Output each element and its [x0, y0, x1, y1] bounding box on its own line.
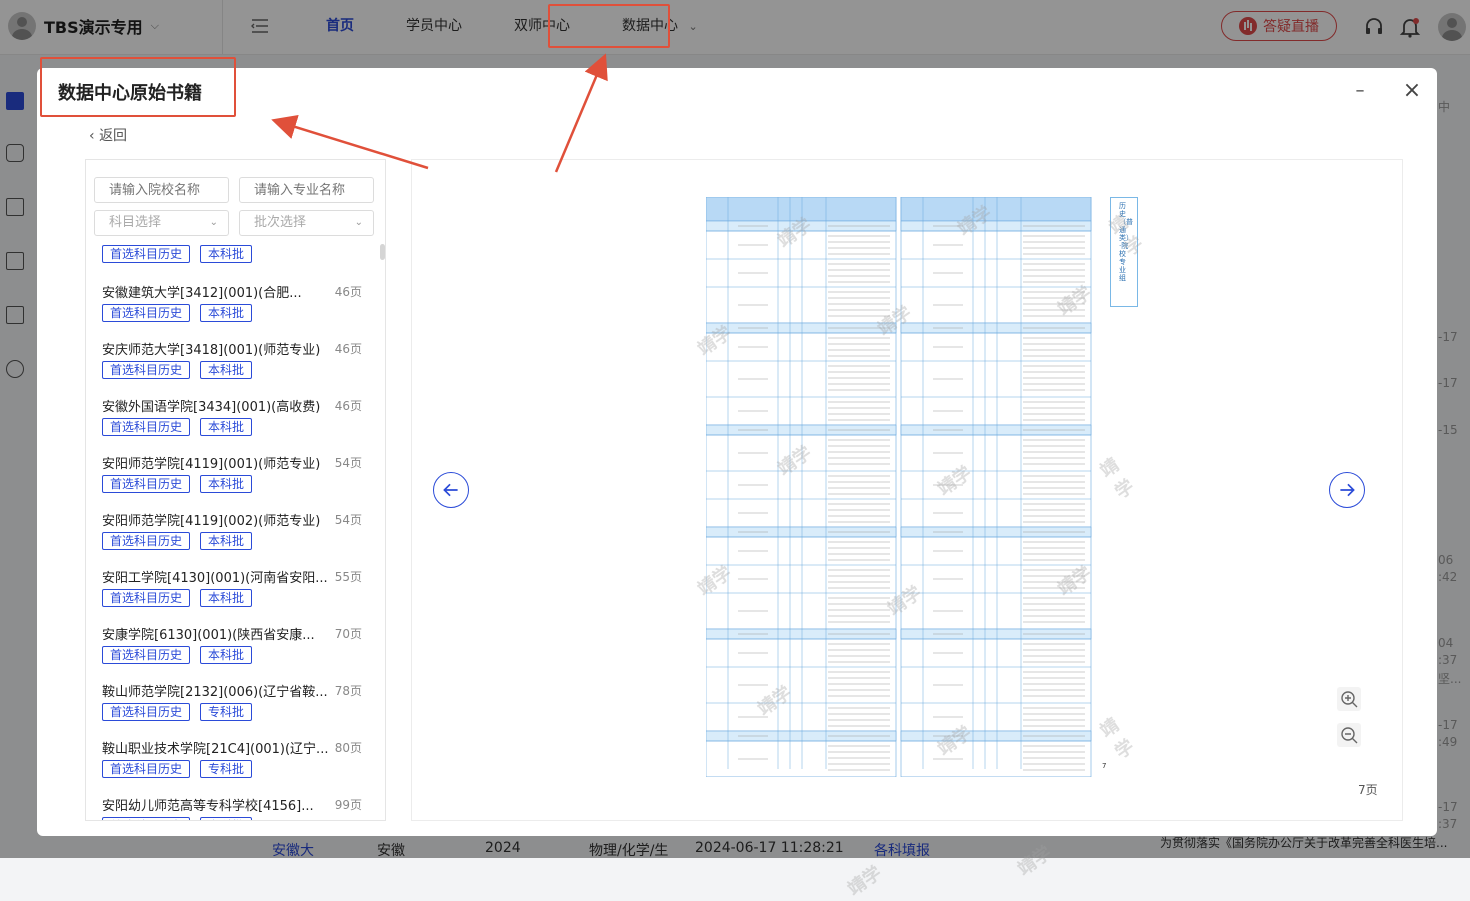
book-name: 安阳工学院[4130](001)(河南省安阳... [102, 571, 328, 586]
tag-batch: 本科批 [200, 361, 253, 379]
book-name: 安阳幼儿师范高等专科学校[4156]... [102, 799, 314, 814]
watermark-text: 靖学 [844, 862, 886, 901]
annotation-box-title [40, 57, 236, 117]
back-button[interactable]: ‹ 返回 [89, 125, 127, 145]
batch-select[interactable]: 批次选择 ⌄ [239, 210, 374, 236]
book-name: 安康学院[6130](001)(陕西省安康... [102, 628, 315, 643]
book-list-item[interactable]: 安阳师范学院[4119](001)(师范专业) 54页首选科目历史 本科批 [102, 443, 368, 500]
book-pages: 99页 [334, 798, 362, 812]
batch-select-label: 批次选择 [254, 215, 307, 230]
tag-subject: 首选科目历史 [102, 418, 191, 436]
book-pages: 80页 [334, 741, 362, 755]
book-pages: 54页 [334, 456, 362, 470]
tag-subject: 首选科目历史 [102, 760, 191, 778]
list-scrollbar[interactable] [380, 244, 385, 260]
zoom-out-icon[interactable] [1337, 723, 1361, 747]
book-list-item[interactable]: 安康学院[6130](001)(陕西省安康... 70页首选科目历史 本科批 [102, 614, 368, 671]
tag-batch: 专科批 [200, 760, 253, 778]
book-pages: 55页 [334, 570, 362, 584]
book-name: 安阳师范学院[4119](001)(师范专业) [102, 457, 321, 472]
tag-batch: 本科批 [200, 589, 253, 607]
subject-select-label: 科目选择 [109, 215, 162, 230]
book-pages: 46页 [334, 342, 362, 356]
book-pages: 46页 [334, 285, 362, 299]
book-list-item[interactable]: 安徽外国语学院[3434](001)(高收费) 46页首选科目历史 本科批 [102, 386, 368, 443]
book-list-item[interactable]: 安徽建筑大学[3412](001)(合肥... 46页首选科目历史 本科批 [102, 272, 368, 329]
book-pages: 46页 [334, 399, 362, 413]
book-name: 安徽外国语学院[3434](001)(高收费) [102, 400, 321, 415]
tag-batch: 本科批 [200, 245, 253, 263]
book-name: 鞍山师范学院[2132](006)(辽宁省鞍... [102, 685, 328, 700]
page-count: 7页 [1358, 783, 1378, 797]
chevron-left-icon: ‹ [89, 128, 95, 144]
tag-subject: 首选科目历史 [102, 304, 191, 322]
book-pages: 54页 [334, 513, 362, 527]
book-list-item[interactable]: 安庆师范大学[3418](001)(师范专业) 46页首选科目历史 本科批 [102, 329, 368, 386]
tag-subject: 首选科目历史 [102, 817, 191, 820]
chevron-down-icon: ⌄ [209, 217, 218, 228]
tag-subject: 首选科目历史 [102, 646, 191, 664]
tag-subject: 首选科目历史 [102, 361, 191, 379]
book-name: 安徽建筑大学[3412](001)(合肥... [102, 286, 302, 301]
tag-batch: 本科批 [200, 304, 253, 322]
page-number: 7 [1102, 762, 1107, 770]
book-pages: 70页 [334, 627, 362, 641]
major-search-input[interactable] [239, 177, 374, 203]
arrow-left-icon[interactable] [433, 472, 469, 508]
book-name: 安庆师范大学[3418](001)(师范专业) [102, 343, 321, 358]
tag-batch: 专科批 [200, 703, 253, 721]
book-list-item[interactable]: 鞍山职业技术学院[21C4](001)(辽宁... 80页首选科目历史 专科批 [102, 728, 368, 785]
chevron-down-icon: ⌄ [354, 217, 363, 228]
book-list-item[interactable]: 鞍山师范学院[2132](006)(辽宁省鞍... 78页首选科目历史 专科批 [102, 671, 368, 728]
tag-subject: 首选科目历史 [102, 589, 191, 607]
book-pages: 78页 [334, 684, 362, 698]
minimize-icon[interactable]: – [1349, 80, 1371, 102]
book-list: 安徽建筑大学[3412](001)(合肥... 46页 首选科目历史 本科批 安庆师范大… [102, 272, 368, 820]
tag-subject: 首选科目历史 [102, 245, 191, 263]
subject-select[interactable]: 科目选择 ⌄ [94, 210, 229, 236]
book-list-panel: 科目选择 ⌄ 批次选择 ⌄ 首选科目历史 本科批 安徽建筑大学[3412](00… [85, 159, 386, 821]
book-viewer-modal: 数据中心原始书籍 – × ‹ 返回 科目选择 ⌄ 批次选择 ⌄ 首选科目历史 本… [37, 68, 1437, 900]
zoom-in-icon[interactable] [1337, 687, 1361, 711]
book-name: 安阳师范学院[4119](002)(师范专业) [102, 514, 321, 529]
tag-batch: 本科批 [200, 418, 253, 436]
table-header [900, 196, 1092, 222]
book-list-item[interactable]: 安阳师范学院[4119](002)(师范专业) 54页首选科目历史 本科批 [102, 500, 368, 557]
tag-batch: 本科批 [200, 646, 253, 664]
book-page-image: 7 历史（普通类）·院校专业组 靖学 靖学 靖学 靖学 靖学 靖学 靖学 靖学 靖学 靖学 靖学 靖学… [694, 196, 1147, 900]
tag-batch: 专科批 [200, 817, 253, 820]
close-icon[interactable]: × [1401, 80, 1423, 102]
annotation-box-nav [548, 4, 670, 48]
tag-subject: 首选科目历史 [102, 532, 191, 550]
tag-batch: 本科批 [200, 475, 253, 493]
book-list-item[interactable]: 安阳工学院[4130](001)(河南省安阳... 55页首选科目历史 本科批 [102, 557, 368, 614]
back-label: 返回 [99, 128, 128, 144]
tag-batch: 本科批 [200, 532, 253, 550]
tag-subject: 首选科目历史 [102, 703, 191, 721]
arrow-right-icon[interactable] [1329, 472, 1365, 508]
tag-subject: 首选科目历史 [102, 475, 191, 493]
book-list-item[interactable]: 安阳幼儿师范高等专科学校[4156]... 99页首选科目历史 专科批 [102, 785, 368, 820]
book-name: 鞍山职业技术学院[21C4](001)(辽宁... [102, 742, 329, 757]
school-search-input[interactable] [94, 177, 229, 203]
